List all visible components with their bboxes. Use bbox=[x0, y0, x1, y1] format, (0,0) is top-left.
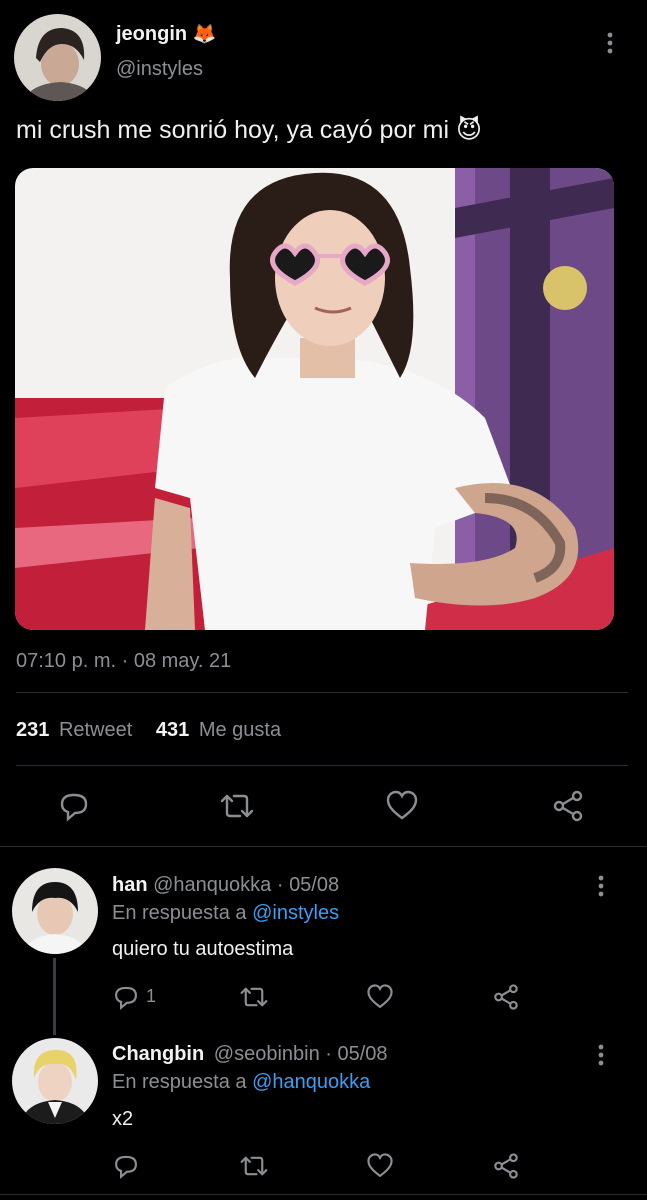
retweet-icon[interactable] bbox=[218, 789, 256, 823]
tweet-display-name[interactable]: jeongin 🦊 bbox=[116, 22, 216, 46]
more-vertical-icon[interactable] bbox=[591, 1042, 611, 1068]
reply-count[interactable]: 1 bbox=[146, 986, 156, 1007]
divider bbox=[16, 765, 628, 766]
reply-icon[interactable] bbox=[112, 983, 140, 1011]
reply-display-name[interactable]: han bbox=[112, 874, 148, 896]
reply-header: Changbin @seobinbin · 05/08 bbox=[112, 1043, 388, 1066]
share-icon[interactable] bbox=[492, 1152, 520, 1180]
heart-icon[interactable] bbox=[385, 789, 419, 823]
thread-line bbox=[53, 958, 56, 1035]
reply-prefix: En respuesta a bbox=[112, 1071, 247, 1093]
heart-icon[interactable] bbox=[366, 1152, 394, 1180]
divider bbox=[0, 1194, 647, 1195]
avatar-changbin[interactable] bbox=[12, 1038, 98, 1124]
devil-emoji: 😈 bbox=[455, 116, 483, 144]
more-vertical-icon[interactable] bbox=[591, 873, 611, 899]
more-vertical-icon[interactable] bbox=[600, 30, 620, 56]
like-count[interactable]: 431 bbox=[156, 719, 189, 741]
reply-display-name[interactable]: Changbin bbox=[112, 1043, 204, 1065]
tweet-stats: 231 Retweet 431 Me gusta bbox=[16, 719, 281, 742]
reply-prefix: En respuesta a bbox=[112, 902, 247, 924]
reply-to-link[interactable]: @hanquokka bbox=[252, 1071, 370, 1093]
reply-icon[interactable] bbox=[112, 1152, 140, 1180]
retweet-icon[interactable] bbox=[238, 1152, 270, 1180]
retweet-count[interactable]: 231 bbox=[16, 719, 49, 741]
reply-text: quiero tu autoestima bbox=[112, 938, 294, 960]
divider bbox=[0, 846, 647, 847]
reply-text: x2 bbox=[112, 1108, 134, 1130]
share-icon[interactable] bbox=[551, 789, 585, 823]
fox-emoji: 🦊 bbox=[192, 24, 217, 45]
reply-icon[interactable] bbox=[57, 789, 91, 823]
reply-to-link[interactable]: @instyles bbox=[252, 902, 339, 924]
divider bbox=[16, 692, 628, 693]
tweet-photo[interactable] bbox=[15, 168, 614, 630]
like-label[interactable]: Me gusta bbox=[199, 719, 281, 741]
tweet-text: mi crush me sonrió hoy, ya cayó por mi 😈 bbox=[16, 116, 483, 144]
avatar-jeongin[interactable] bbox=[14, 14, 101, 101]
reply-context: En respuesta a @instyles bbox=[112, 902, 339, 925]
share-icon[interactable] bbox=[492, 983, 520, 1011]
reply-handle-date[interactable]: @hanquokka · 05/08 bbox=[153, 874, 339, 896]
heart-icon[interactable] bbox=[366, 983, 394, 1011]
tweet-handle[interactable]: @instyles bbox=[116, 58, 203, 81]
retweet-icon[interactable] bbox=[238, 983, 270, 1011]
reply-handle-date[interactable]: @seobinbin · 05/08 bbox=[214, 1043, 388, 1065]
reply-header: han @hanquokka · 05/08 bbox=[112, 874, 339, 897]
retweet-label[interactable]: Retweet bbox=[59, 719, 132, 741]
avatar-han[interactable] bbox=[12, 868, 98, 954]
tweet-timestamp[interactable]: 07:10 p. m. · 08 may. 21 bbox=[16, 650, 231, 673]
reply-context: En respuesta a @hanquokka bbox=[112, 1071, 370, 1094]
